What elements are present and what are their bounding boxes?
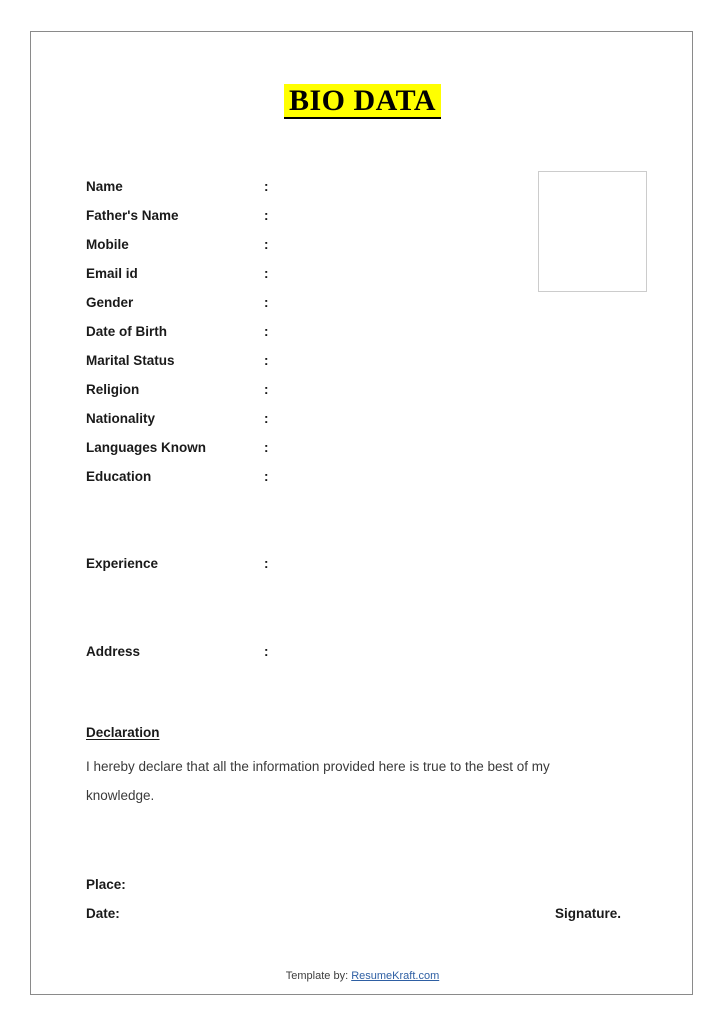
field-colon-languages-known: :: [264, 440, 269, 455]
field-label-date-of-birth: Date of Birth: [86, 324, 167, 339]
field-row-religion: Religion :: [86, 375, 646, 404]
field-row-mobile: Mobile :: [86, 230, 646, 259]
page-title-container: BIO DATA: [31, 84, 694, 119]
date-label: Date:: [86, 906, 120, 921]
field-colon-mobile: :: [264, 237, 269, 252]
field-label-nationality: Nationality: [86, 411, 156, 426]
field-row-nationality: Nationality :: [86, 404, 646, 433]
field-row-languages-known: Languages Known :: [86, 433, 646, 462]
signature-label: Signature.: [555, 906, 622, 921]
declaration-body: I hereby declare that all the informatio…: [86, 759, 550, 803]
field-colon-experience: :: [264, 556, 269, 571]
field-label-languages-known: Languages Known: [86, 440, 207, 455]
declaration-section: Declaration I hereby declare that all th…: [86, 725, 631, 810]
field-row-name: Name :: [86, 172, 646, 201]
field-label-marital-status: Marital Status: [86, 353, 175, 368]
field-row-fathers-name: Father's Name :: [86, 201, 646, 230]
field-label-experience: Experience: [86, 556, 159, 571]
signoff-row-place: Place:: [86, 870, 646, 899]
field-label-address: Address: [86, 644, 141, 659]
field-colon-gender: :: [264, 295, 269, 310]
field-label-name: Name: [86, 179, 123, 194]
field-label-mobile: Mobile: [86, 237, 129, 252]
field-row-gender: Gender :: [86, 288, 646, 317]
field-row-date-of-birth: Date of Birth :: [86, 317, 646, 346]
field-colon-fathers-name: :: [264, 208, 269, 223]
field-colon-address: :: [264, 644, 269, 659]
field-colon-date-of-birth: :: [264, 324, 269, 339]
field-colon-marital-status: :: [264, 353, 269, 368]
footer-prefix: Template by:: [285, 970, 349, 982]
signoff-row-date: Date: Signature.: [86, 899, 646, 928]
declaration-heading: Declaration: [86, 725, 160, 740]
field-colon-name: :: [264, 179, 269, 194]
field-row-marital-status: Marital Status :: [86, 346, 646, 375]
footer-credit: Template by: ResumeKraft.com: [31, 970, 694, 982]
resumekraft-link[interactable]: ResumeKraft.com: [351, 970, 439, 982]
field-label-education: Education: [86, 469, 152, 484]
field-label-fathers-name: Father's Name: [86, 208, 179, 223]
bio-fields-list: Name : Father's Name : Mobile : Email id…: [86, 172, 646, 666]
place-label: Place:: [86, 877, 126, 892]
signoff-section: Place: Date: Signature.: [86, 870, 646, 928]
field-label-email-id: Email id: [86, 266, 138, 281]
field-row-experience: Experience :: [86, 549, 646, 637]
field-row-email-id: Email id :: [86, 259, 646, 288]
field-label-gender: Gender: [86, 295, 134, 310]
field-colon-religion: :: [264, 382, 269, 397]
page-title: BIO DATA: [283, 84, 442, 119]
field-colon-nationality: :: [264, 411, 269, 426]
field-label-religion: Religion: [86, 382, 140, 397]
field-colon-email-id: :: [264, 266, 269, 281]
field-row-address: Address :: [86, 637, 646, 666]
document-page: BIO DATA Name : Father's Name : Mobile :…: [30, 31, 693, 995]
field-colon-education: :: [264, 469, 269, 484]
field-row-education: Education :: [86, 462, 646, 549]
